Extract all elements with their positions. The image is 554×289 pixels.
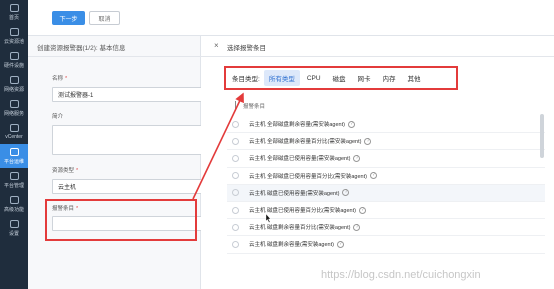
pointer-cursor-icon (265, 214, 271, 223)
annotation-arrow (192, 92, 244, 200)
